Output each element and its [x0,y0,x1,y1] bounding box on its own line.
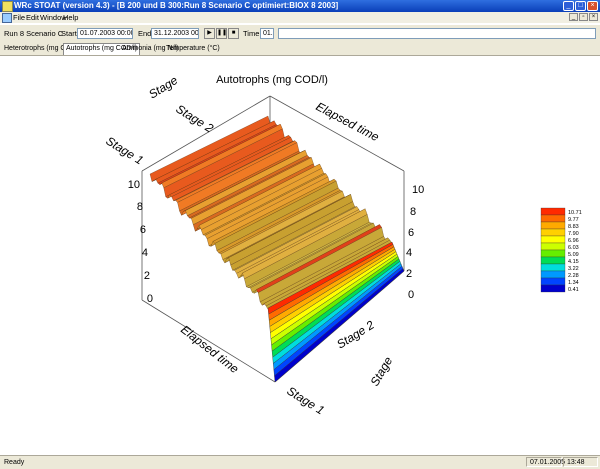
plot-title: Autotrophs (mg COD/l) [216,74,328,86]
color-legend: 10.719.778.837.906.966.035.094.153.222.2… [540,207,582,293]
legend-label: 6.03 [568,245,579,251]
legend-swatch [540,214,566,223]
end-label: End [138,29,152,38]
start-label: Start [61,29,77,38]
stop-button[interactable]: ■ [228,28,239,39]
menu-bar: File Edit Window Help _ ▫ × [0,12,600,23]
legend-label: 6.96 [568,238,579,244]
window-controls: _ □ × [563,1,598,11]
legend-label: 0.41 [568,287,579,293]
right-tick: 6 [408,227,414,239]
status-date: 07.01.2005 [526,457,565,467]
legend-label: 8.83 [568,224,579,230]
close-button[interactable]: × [587,1,598,11]
legend-swatch [540,270,566,279]
axis-title-elapsed-top: Elapsed time [314,99,382,144]
axis-title-stage-bottom-1: Stage 1 [284,384,327,418]
status-time: 13:48 [563,457,598,467]
left-tick: 6 [140,224,146,236]
legend-label: 4.15 [568,259,579,265]
legend-label: 2.28 [568,273,579,279]
time-label: Time [243,29,260,38]
plot-area: Autotrophs (mg COD/l) 0 2 4 6 8 10 0 2 4… [0,56,600,454]
right-axis: 0 2 4 6 8 10 [406,184,424,301]
tab-temperature[interactable]: Temperature (°C) [164,44,222,54]
mdi-restore-button[interactable]: ▫ [579,13,588,21]
legend-swatch [540,221,566,230]
left-tick: 8 [137,201,143,213]
axis-title-elapsed-bottom: Elapsed time [178,322,242,376]
axis-title-stage-top-3: Stage [146,73,180,102]
right-tick: 8 [410,206,416,218]
legend-swatch [540,263,566,272]
status-bar: Ready 07.01.2005 13:48 [0,455,600,469]
right-tick: 10 [412,184,424,196]
run-name: Run 8 Scenario C [4,29,64,38]
minimize-button[interactable]: _ [563,1,574,11]
legend-label: 9.77 [568,217,579,223]
left-tick: 0 [147,293,153,305]
mdi-close-button[interactable]: × [589,13,598,21]
legend-swatch [540,284,566,293]
mdi-minimize-button[interactable]: _ [569,13,578,21]
legend-swatch [540,256,566,265]
legend-swatch [540,277,566,286]
legend-swatch [540,235,566,244]
pause-button[interactable]: ❚❚ [216,28,227,39]
start-field[interactable]: 01.07.2003 00:00 [77,28,133,39]
end-field[interactable]: 31.12.2003 00:00 [151,28,199,39]
tab-bar: Heterotrophs (mg COD/l) Autotrophs (mg C… [0,43,600,56]
left-axis: 0 2 4 6 8 10 [128,179,153,305]
mdi-controls: _ ▫ × [569,13,598,21]
right-tick: 4 [406,247,412,259]
axis-title-stage-top-1: Stage 1 [103,134,146,168]
legend-swatch [540,242,566,251]
axis-title-stage-top-2: Stage 2 [173,102,216,136]
right-tick: 2 [406,268,412,280]
legend-label: 7.90 [568,231,579,237]
menu-file[interactable]: File [13,12,25,23]
left-tick: 4 [142,247,148,259]
play-button[interactable]: ▶ [204,28,215,39]
legend-swatch [540,249,566,258]
status-text: Ready [4,459,25,466]
maximize-button[interactable]: □ [575,1,586,11]
legend-label: 5.09 [568,252,579,258]
axis-title-stage-bottom-3: Stage [367,354,395,388]
legend-label: 3.22 [568,266,579,272]
document-icon[interactable] [2,13,12,23]
right-tick: 0 [408,289,414,301]
title-bar: WRc STOAT (version 4.3) - [B 200 und B 3… [0,0,600,12]
time-field[interactable]: 01.07.2003 00:00 [260,28,274,39]
menu-help[interactable]: Help [63,12,78,23]
window-title: WRc STOAT (version 4.3) - [B 200 und B 3… [14,1,339,10]
extra-field[interactable] [278,28,596,39]
left-tick: 10 [128,179,140,191]
legend-label: 10.71 [568,210,582,216]
legend-swatch [540,207,566,216]
menu-edit[interactable]: Edit [26,12,39,23]
app-icon [2,1,13,12]
left-tick: 2 [144,270,150,282]
surface-plot: Autotrophs (mg COD/l) 0 2 4 6 8 10 0 2 4… [103,73,582,418]
legend-label: 1.34 [568,280,579,286]
toolbar: Run 8 Scenario C Start 01.07.2003 00:00 … [0,24,600,44]
legend-swatch [540,228,566,237]
